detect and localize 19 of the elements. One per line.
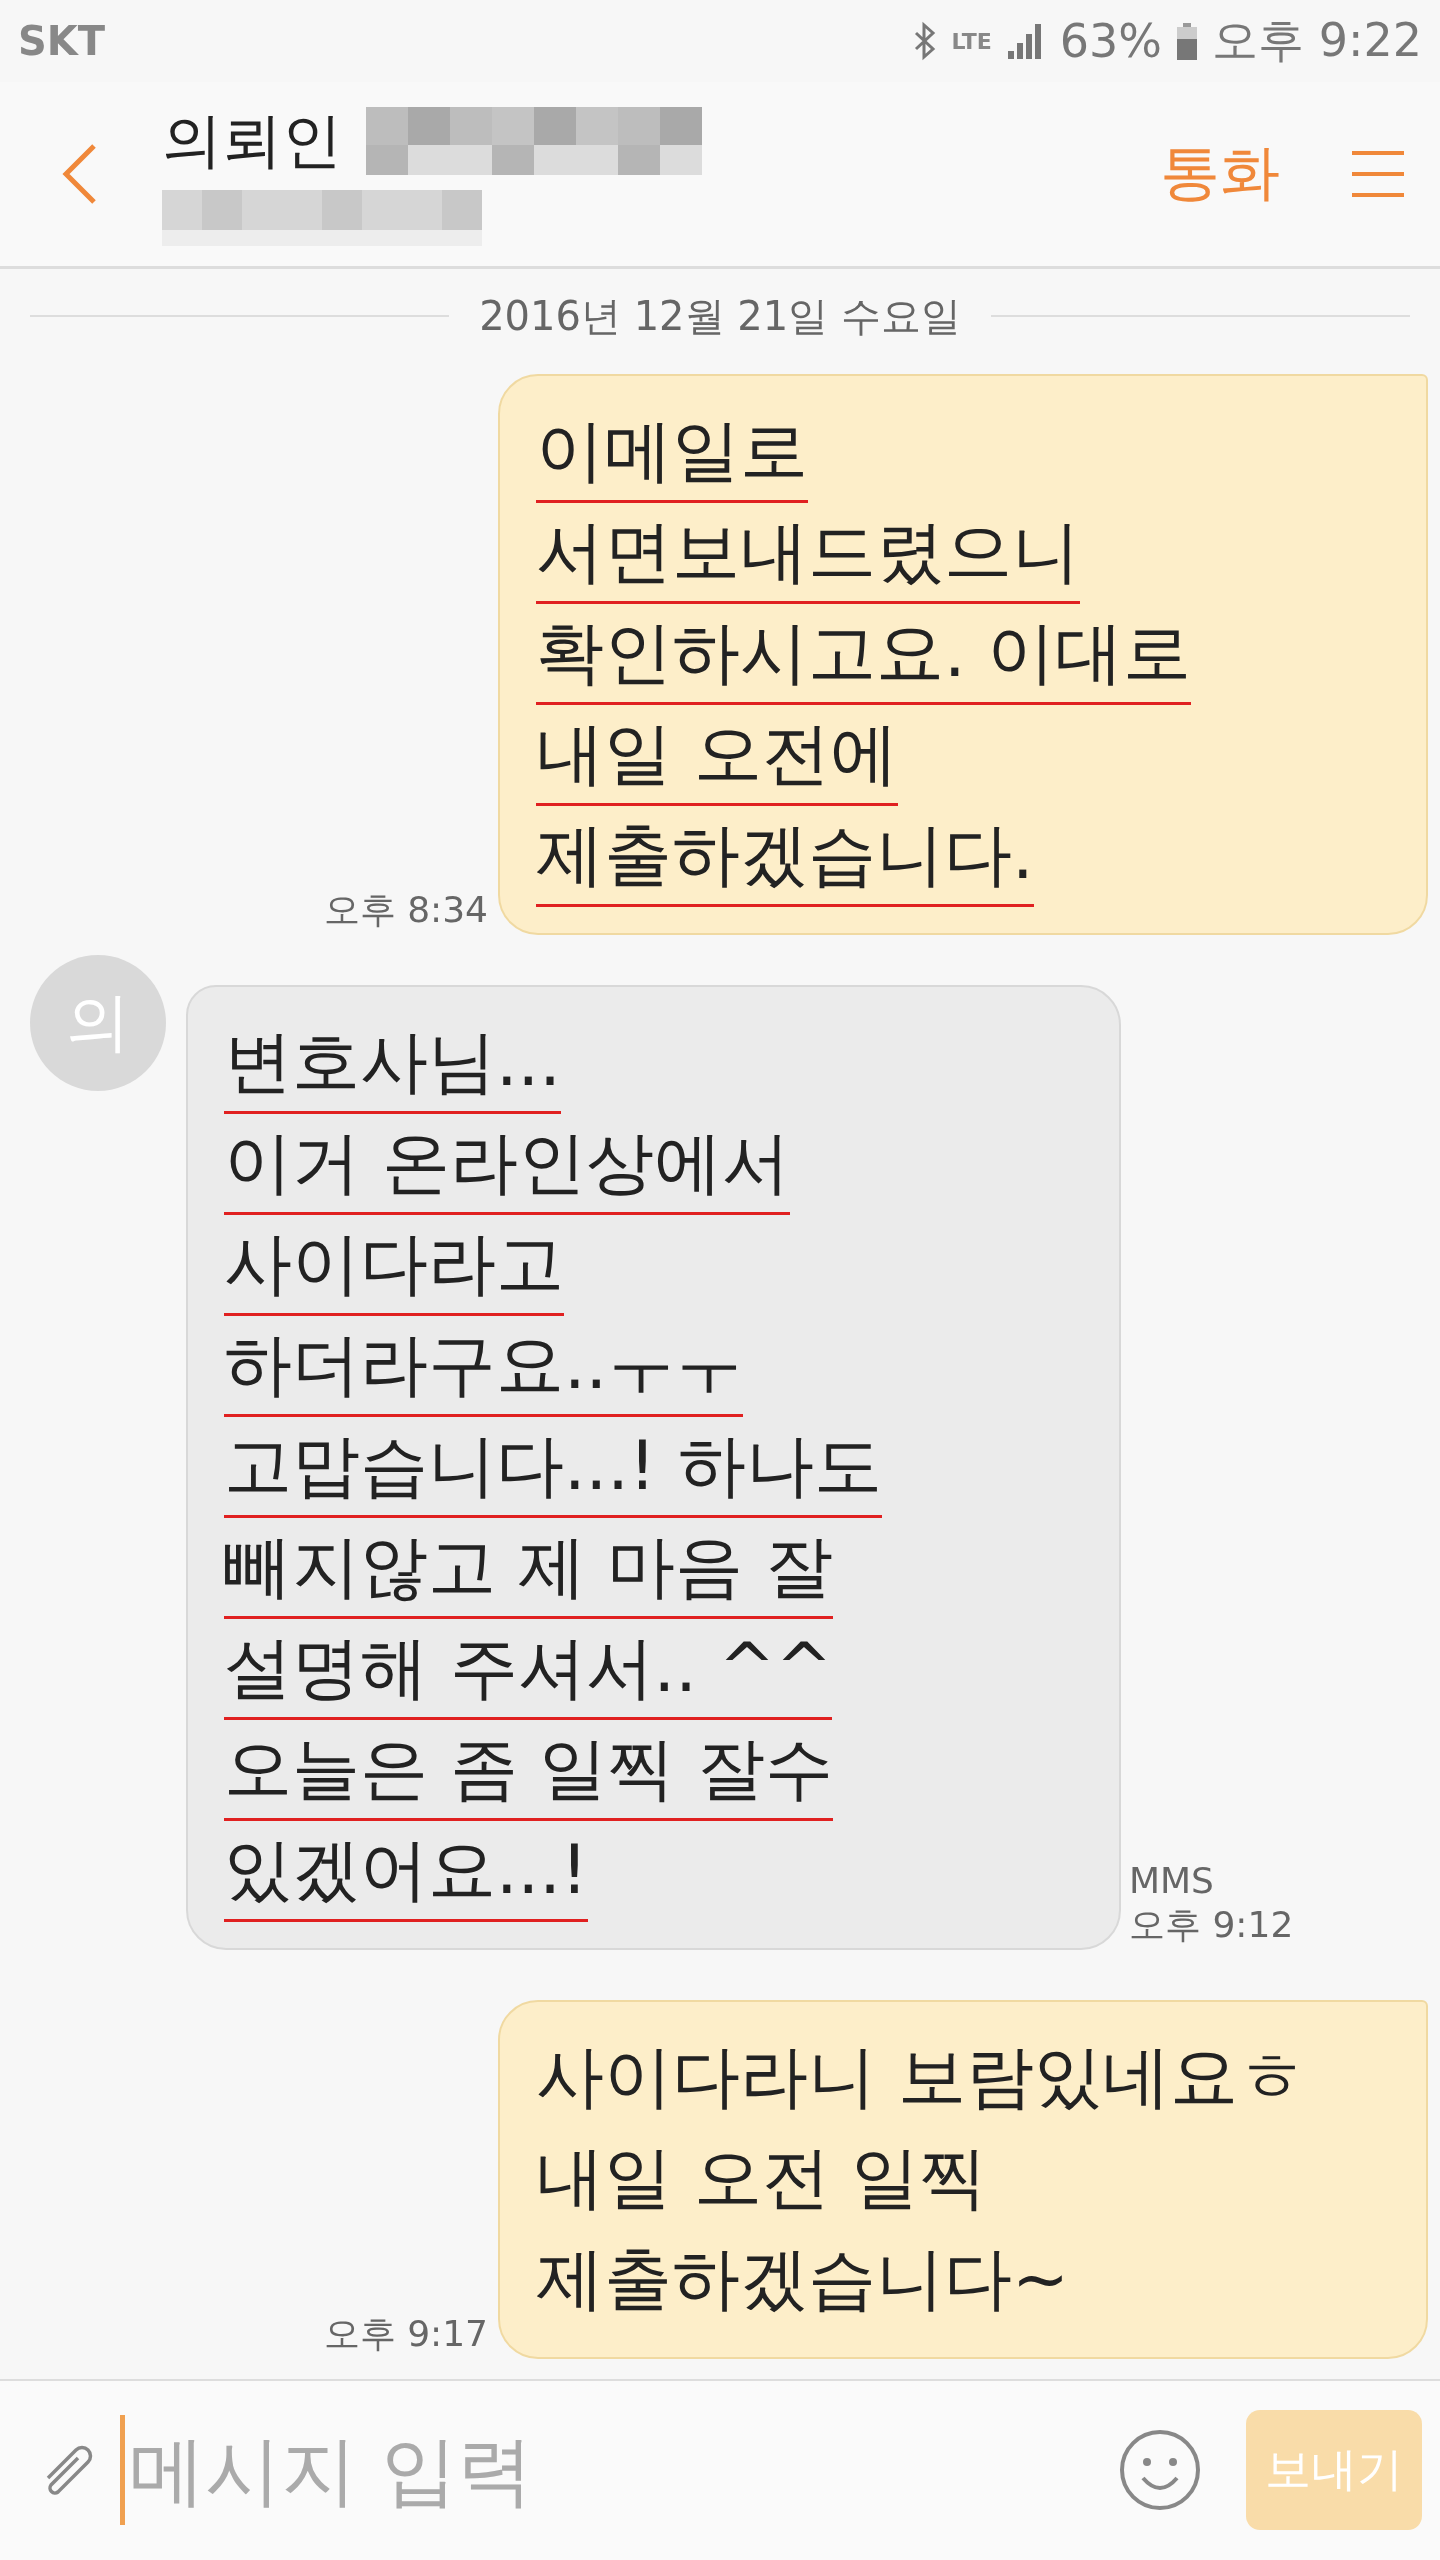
message-time: 오후 9:17 [323, 2311, 488, 2356]
message-bubble: 이메일로 서면보내드렸으니 확인하시고요. 이대로 내일 오전에 제출하겠습니다. [498, 373, 1428, 935]
message-time: 오후 8:34 [323, 887, 488, 932]
date-divider: 2016년 12월 21일 수요일 [479, 291, 961, 341]
bluetooth-icon [913, 21, 938, 62]
message-time: 오후 9:12 [1129, 1902, 1294, 1947]
emoji-icon[interactable] [1118, 2428, 1202, 2513]
battery-percent: 63% [1059, 14, 1163, 69]
battery-icon [1176, 21, 1199, 62]
call-button[interactable]: 통화 [1160, 133, 1280, 215]
clock: 오후 9:22 [1212, 12, 1422, 70]
carrier-name: SKT [18, 18, 106, 65]
network-type: LTE [951, 28, 992, 54]
message-type: MMS [1129, 1859, 1215, 1901]
message-bubble: 변호사님... 이거 온라인상에서 사이다라고 하더라구요..ㅜㅜ 고맙습니다...! 하나도 빼지않고 제 마음 잘 설명해 주셔서.. ^^ 오늘은 좀 일찍 잘수 있겠어요...! [186, 984, 1121, 1950]
menu-icon[interactable] [1352, 149, 1404, 198]
contact-name: 의뢰인 [162, 104, 342, 178]
message-input[interactable]: 메시지 입력 [120, 2415, 1098, 2526]
message-bubble: 사이다라니 보람있네요ㅎ 내일 오전 일찍 제출하겠습니다~ [498, 1999, 1428, 2359]
